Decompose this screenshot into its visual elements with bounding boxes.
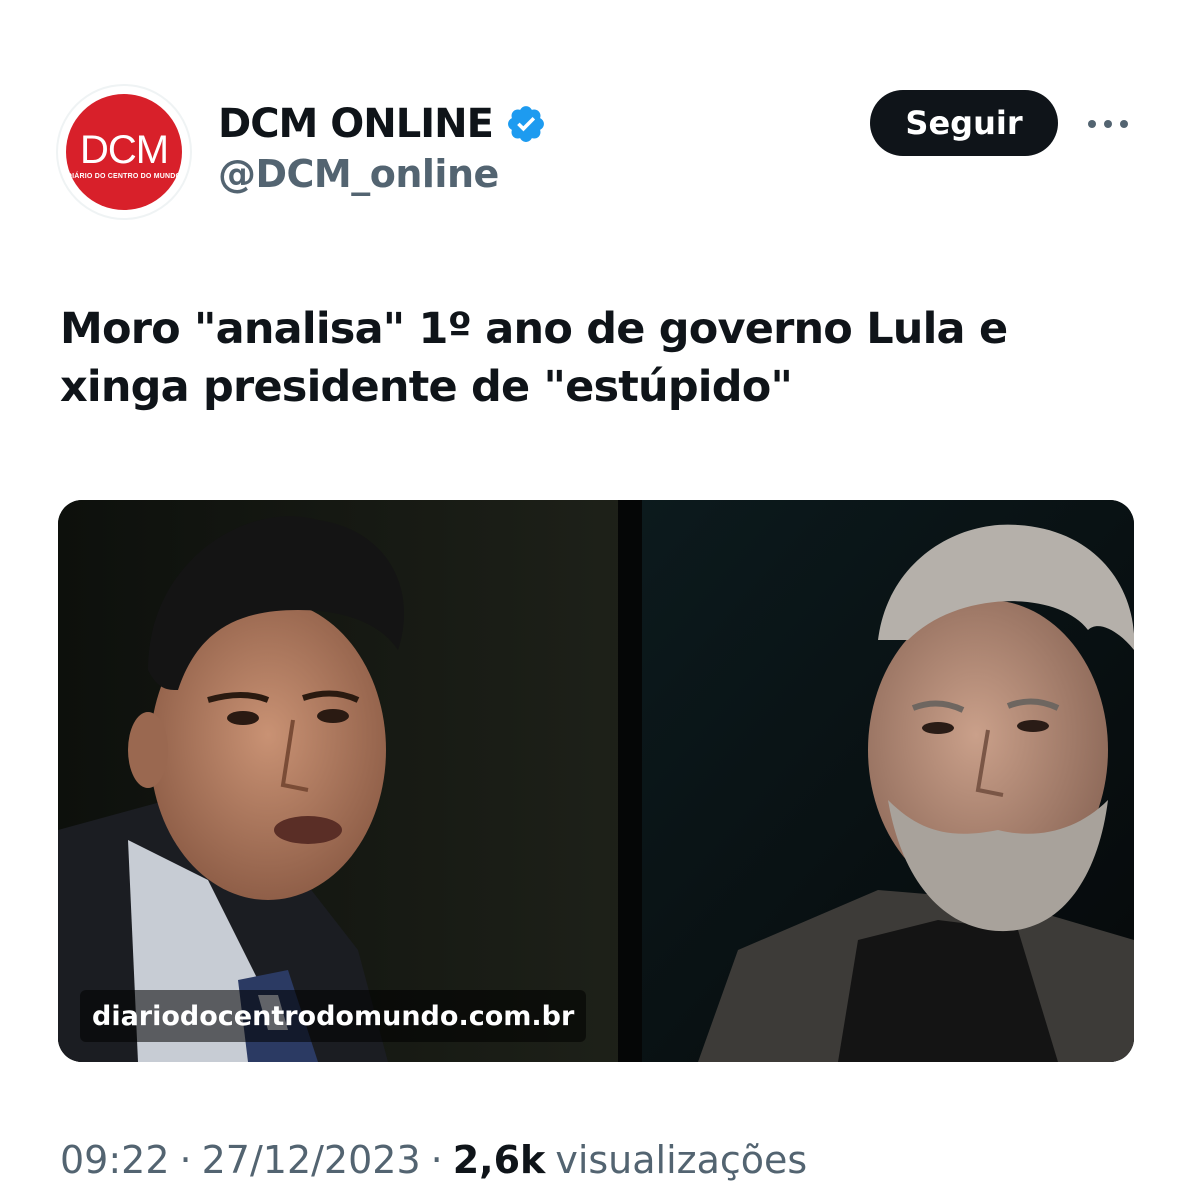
media-source-label: diariodocentrodomundo.com.br — [80, 990, 587, 1042]
more-options-button[interactable] — [1086, 104, 1130, 144]
views-count: 2,6k — [452, 1138, 546, 1182]
post-header: DCM DIÁRIO DO CENTRO DO MUNDO DCM ONLINE… — [0, 0, 1192, 240]
author-name-row: DCM ONLINE — [218, 96, 547, 152]
verified-badge-icon — [508, 106, 544, 142]
post-time[interactable]: 09:22 — [60, 1138, 170, 1182]
avatar[interactable]: DCM DIÁRIO DO CENTRO DO MUNDO — [58, 86, 190, 218]
post-text: Moro "analisa" 1º ano de governo Lula e … — [60, 304, 1008, 412]
avatar-logo-subtext: DIÁRIO DO CENTRO DO MUNDO — [66, 173, 182, 180]
follow-button[interactable]: Seguir — [870, 90, 1058, 156]
post-photo — [58, 500, 1134, 1062]
avatar-logo-text: DCM — [79, 128, 169, 172]
meta-separator: · — [179, 1138, 192, 1182]
post-date[interactable]: 27/12/2023 — [202, 1138, 421, 1182]
post-meta: 09:22 · 27/12/2023 · 2,6k visualizações — [60, 1132, 807, 1188]
author-handle[interactable]: @DCM_online — [218, 152, 499, 196]
more-horizontal-icon — [1088, 120, 1128, 128]
author-display-name[interactable]: DCM ONLINE — [218, 101, 494, 147]
avatar-logo: DCM DIÁRIO DO CENTRO DO MUNDO — [66, 94, 182, 210]
meta-separator: · — [430, 1138, 443, 1182]
post-media[interactable]: diariodocentrodomundo.com.br — [58, 500, 1134, 1062]
views-label: visualizações — [555, 1138, 808, 1182]
